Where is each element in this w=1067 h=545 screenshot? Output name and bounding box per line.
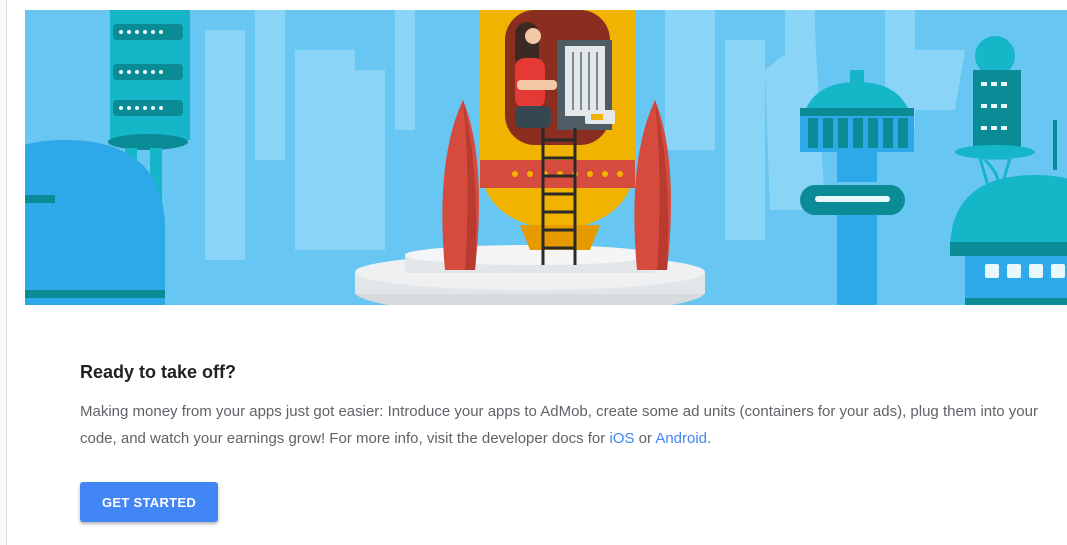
promo-description: Making money from your apps just got eas… xyxy=(80,398,1055,452)
hero-illustration xyxy=(25,10,1067,305)
link-connector: or xyxy=(638,430,652,447)
promo-card: Ready to take off? Making money from you… xyxy=(25,0,1067,545)
description-text: Making money from your apps just got eas… xyxy=(80,403,1038,447)
ios-docs-link[interactable]: iOS xyxy=(609,430,634,447)
promo-title: Ready to take off? xyxy=(80,362,237,382)
left-panel-edge xyxy=(0,0,7,545)
description-suffix: . xyxy=(707,430,712,447)
android-docs-link[interactable]: Android xyxy=(655,430,707,447)
get-started-button[interactable]: GET STARTED xyxy=(80,482,218,522)
